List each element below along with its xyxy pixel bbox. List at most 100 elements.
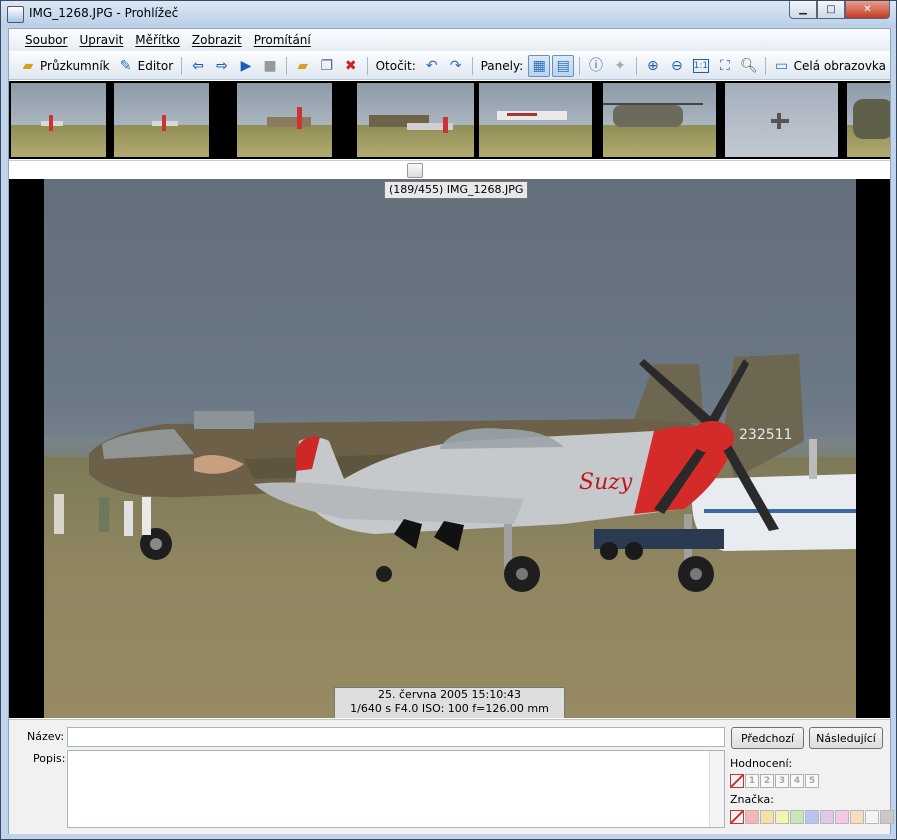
- rating-2[interactable]: 2: [760, 774, 774, 788]
- zoom-in-button[interactable]: ⊕: [642, 55, 664, 77]
- folder-open-icon: ▰: [297, 57, 309, 74]
- menu-bar: Soubor Upravit Měřítko Zobrazit Promítán…: [9, 29, 890, 51]
- description-input[interactable]: [67, 750, 725, 828]
- image-viewer[interactable]: 232511 Suzy (189/455) IMG_1268.JPG 25. č…: [9, 179, 890, 718]
- tag-color-swatch[interactable]: [760, 810, 774, 824]
- tag-color-swatch[interactable]: [880, 810, 894, 824]
- tag-color-swatch[interactable]: [835, 810, 849, 824]
- play-slideshow-button[interactable]: ▶: [235, 55, 257, 77]
- next-button[interactable]: Následující: [809, 727, 883, 749]
- actual-size-icon: 1:1: [692, 58, 709, 73]
- magnifier-icon: 🔍︎: [739, 57, 758, 74]
- main-photo: 232511 Suzy: [44, 179, 856, 718]
- panels-group: Panely:: [478, 55, 527, 77]
- delete-icon: ✖: [344, 57, 357, 74]
- rating-label: Hodnocení:: [730, 757, 793, 770]
- rating-3[interactable]: 3: [775, 774, 789, 788]
- close-button[interactable]: ✕: [845, 1, 890, 19]
- filmstrip-scrollbar[interactable]: [9, 160, 890, 180]
- title-bar: IMG_1268.JPG - Prohlížeč ▁ □ ✕: [1, 1, 896, 27]
- tag-color-swatch[interactable]: [790, 810, 804, 824]
- rating-1[interactable]: 1: [745, 774, 759, 788]
- tag-color-swatch[interactable]: [805, 810, 819, 824]
- exif-details: 1/640 s F4.0 ISO: 100 f=126.00 mm Blesk:…: [350, 702, 549, 718]
- tag-color-swatch[interactable]: [775, 810, 789, 824]
- fullscreen-button[interactable]: ▭ Celá obrazovka: [771, 55, 889, 77]
- scrollbar-thumb[interactable]: [407, 163, 423, 178]
- rotate-right-button[interactable]: ↷: [445, 55, 467, 77]
- info-icon: ⓘ: [589, 57, 604, 74]
- arrow-right-icon: ⇨: [216, 57, 228, 74]
- sparkle-icon: ✦: [614, 57, 626, 74]
- thumbnail[interactable]: [11, 83, 106, 157]
- editor-label: Editor: [137, 58, 174, 73]
- zoom-out-button[interactable]: ⊖: [666, 55, 688, 77]
- rotate-group: Otočit:: [373, 55, 419, 77]
- copy-button[interactable]: ❐: [316, 55, 338, 77]
- thumbnail[interactable]: [479, 83, 592, 157]
- close-icon: ✕: [863, 4, 872, 15]
- menu-promitani[interactable]: Promítání: [248, 33, 317, 47]
- info-button[interactable]: ⓘ: [585, 55, 607, 77]
- description-label: Popis:: [33, 752, 66, 765]
- panels-label: Panely:: [480, 58, 524, 73]
- tag-label: Značka:: [730, 793, 774, 806]
- maximize-button[interactable]: □: [817, 1, 845, 19]
- toolbar-separator: [764, 56, 766, 75]
- minimize-icon: ▁: [799, 4, 807, 15]
- rating-5[interactable]: 5: [805, 774, 819, 788]
- delete-button[interactable]: ✖: [340, 55, 362, 77]
- stop-icon: ■: [263, 57, 277, 74]
- thumbnail[interactable]: [725, 83, 838, 157]
- rating-none-icon[interactable]: [730, 774, 744, 788]
- editor-button[interactable]: ✎ Editor: [115, 55, 177, 77]
- previous-image-button[interactable]: ⇦: [187, 55, 209, 77]
- exif-info: 25. června 2005 15:10:43 1/640 s F4.0 IS…: [334, 687, 565, 718]
- minimize-button[interactable]: ▁: [789, 1, 817, 19]
- rating-4[interactable]: 4: [790, 774, 804, 788]
- effects-button[interactable]: ✦: [609, 55, 631, 77]
- properties-panel: Název: Popis: Předchozí Následující Hodn…: [9, 719, 894, 834]
- menu-upravit[interactable]: Upravit: [73, 33, 129, 47]
- previous-button[interactable]: Předchozí: [731, 727, 804, 749]
- open-folder-button[interactable]: ▰: [292, 55, 314, 77]
- name-label: Název:: [27, 730, 65, 743]
- app-icon: [7, 6, 24, 23]
- rotate-left-button[interactable]: ↶: [421, 55, 443, 77]
- rating-selector: 1 2 3 4 5: [730, 774, 820, 788]
- next-image-button[interactable]: ⇨: [211, 55, 233, 77]
- tag-color-swatch[interactable]: [850, 810, 864, 824]
- maximize-icon: □: [826, 4, 836, 15]
- image-position-label: (189/455) IMG_1268.JPG: [384, 181, 529, 199]
- copy-icon: ❐: [320, 57, 334, 74]
- folder-explorer-icon: ▰: [22, 57, 34, 74]
- thumbnail[interactable]: [847, 83, 890, 157]
- tail-number: 232511: [739, 427, 792, 443]
- fit-window-button[interactable]: ⛶: [714, 55, 736, 77]
- tag-color-swatch[interactable]: [745, 810, 759, 824]
- aircraft-scene: 232511 Suzy: [54, 354, 856, 592]
- zoom-tool-button[interactable]: 🔍︎: [738, 55, 760, 77]
- tag-color-swatch[interactable]: [820, 810, 834, 824]
- name-input[interactable]: [67, 727, 725, 747]
- play-icon: ▶: [240, 57, 252, 74]
- thumbnail[interactable]: [603, 83, 716, 157]
- toolbar-separator: [579, 56, 581, 75]
- menu-zobrazit[interactable]: Zobrazit: [186, 33, 248, 47]
- color-tag-selector: [730, 810, 895, 824]
- properties-icon: ▤: [556, 57, 570, 74]
- menu-soubor[interactable]: Soubor: [19, 33, 73, 47]
- thumbnail[interactable]: [237, 83, 332, 157]
- thumbnail-selected[interactable]: [357, 83, 474, 157]
- properties-panel-toggle[interactable]: ▤: [552, 54, 575, 77]
- fullscreen-label: Celá obrazovka: [793, 58, 887, 73]
- actual-size-button[interactable]: 1:1: [690, 55, 712, 77]
- explorer-button[interactable]: ▰ Průzkumník: [17, 55, 113, 77]
- thumbnail[interactable]: [114, 83, 209, 157]
- tag-color-swatch[interactable]: [865, 810, 879, 824]
- description-scrollbar[interactable]: [709, 751, 724, 827]
- filmstrip-panel-toggle[interactable]: ▦: [528, 54, 551, 77]
- stop-slideshow-button[interactable]: ■: [259, 55, 281, 77]
- menu-meritko[interactable]: Měřítko: [129, 33, 186, 47]
- tag-none-icon[interactable]: [730, 810, 744, 824]
